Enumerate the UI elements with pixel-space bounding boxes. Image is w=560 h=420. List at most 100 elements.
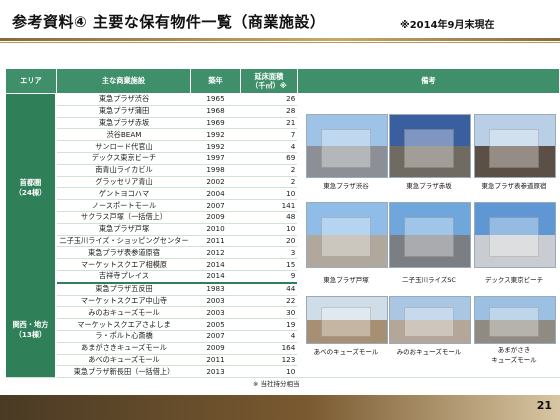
floor-cell: 123: [240, 354, 298, 367]
floor-cell: 2: [240, 176, 298, 189]
building-photo: [389, 202, 471, 268]
floor-cell: 10: [240, 187, 298, 201]
photo-building: [489, 307, 540, 337]
table-header-row: エリア 主な商業施設 築年 延床面積 （千㎡）※ 備考: [5, 68, 560, 94]
floor-cell: 164: [240, 342, 298, 355]
area-cell: 首都圏 （24棟）: [5, 93, 58, 284]
year-cell: 1969: [190, 117, 241, 130]
year-cell: 1983: [190, 281, 241, 296]
floor-cell: 19: [240, 318, 298, 331]
year-cell: 1992: [190, 128, 241, 142]
photo-building: [321, 307, 372, 337]
name-cell: ラ・ポルト心斎橋: [56, 330, 191, 343]
year-cell: 2005: [190, 318, 241, 331]
name-cell: 東急プラザ表参道原宿: [56, 246, 191, 260]
photo-caption: デックス東京ビーチ: [484, 276, 544, 284]
photo-building: [321, 217, 372, 258]
building-photo: [389, 296, 471, 344]
floor-cell: 20: [240, 235, 298, 248]
name-cell: あまがさきキューズモール: [56, 342, 191, 355]
building-photo: [306, 202, 388, 268]
floor-cell: 10: [240, 223, 298, 236]
name-cell: マーケットスクエア中山寺: [56, 295, 191, 308]
year-cell: 2004: [190, 187, 241, 201]
name-cell: 東急プラザ渋谷: [56, 93, 191, 106]
photo-caption: 二子玉川ライズSC: [402, 276, 456, 284]
building-photo: [474, 202, 556, 268]
building-photo: [474, 296, 556, 344]
floor-cell: 4: [240, 140, 298, 153]
year-cell: 2009: [190, 211, 241, 224]
floor-cell: 7: [240, 128, 298, 142]
photo-caption: 東急プラザ赤坂: [406, 182, 452, 190]
name-cell: デックス東京ビーチ: [56, 152, 191, 165]
name-cell: 二子玉川ライズ・ショッピングセンター: [56, 235, 191, 248]
name-cell: サクラス戸塚（一括借上）: [56, 211, 191, 224]
year-cell: 2012: [190, 246, 241, 260]
year-cell: 1965: [190, 93, 241, 106]
name-cell: 南青山ライカビル: [56, 164, 191, 177]
photo-building: [404, 128, 455, 168]
name-cell: ノースポートモール: [56, 199, 191, 212]
name-cell: 東急プラザ蒲田: [56, 105, 191, 118]
floor-cell: 15: [240, 258, 298, 271]
name-cell: 東急プラザ五反田: [56, 281, 191, 296]
photo-caption: 東急プラザ表参道原宿: [481, 182, 547, 190]
name-cell: サンロード代官山: [56, 140, 191, 153]
photo-building: [489, 217, 540, 258]
year-cell: 2011: [190, 235, 241, 248]
year-cell: 2007: [190, 330, 241, 343]
building-photo: [306, 296, 388, 344]
name-cell: グラッセリア青山: [56, 176, 191, 189]
year-cell: 2013: [190, 365, 241, 379]
floor-cell: 10: [240, 365, 298, 379]
photo-caption: みのおキューズモール: [396, 348, 462, 356]
year-cell: 1997: [190, 152, 241, 165]
building-photo: [306, 114, 388, 178]
year-cell: 2014: [190, 270, 241, 284]
date-note: ※2014年9月末現在: [400, 20, 495, 31]
page-number: 21: [536, 399, 552, 412]
year-cell: 2014: [190, 258, 241, 271]
area-cell: 関西・地方 （13棟）: [5, 281, 58, 379]
year-cell: 2010: [190, 223, 241, 236]
col-year-header: 築年: [190, 68, 241, 94]
name-cell: 吉祥寺プレイス: [56, 270, 191, 284]
title-divider: [0, 38, 560, 41]
col-floor-header: 延床面積 （千㎡）※: [239, 68, 298, 94]
floor-cell: 44: [240, 281, 298, 296]
floor-cell: 4: [240, 330, 298, 343]
floor-cell: 26: [240, 93, 298, 106]
year-cell: 2009: [190, 342, 241, 355]
col-name-header: 主な商業施設: [55, 68, 192, 94]
name-cell: 東急プラザ赤坂: [56, 117, 191, 130]
floor-cell: 9: [240, 270, 298, 284]
year-cell: 2002: [190, 176, 241, 189]
photo-caption: 東急プラザ渋谷: [323, 182, 369, 190]
footnote: ※ 当社持分相当: [253, 380, 300, 388]
photo-building: [489, 128, 540, 168]
name-cell: 東急プラザ新長田（一括借上）: [56, 365, 191, 379]
floor-cell: 3: [240, 246, 298, 260]
col-area-header: エリア: [5, 68, 57, 94]
photo-building: [321, 128, 372, 168]
floor-cell: 2: [240, 164, 298, 177]
year-cell: 2003: [190, 295, 241, 308]
table-row: 首都圏 （24棟） 東急プラザ渋谷 1965 26: [5, 93, 560, 379]
name-cell: 渋谷BEAM: [56, 128, 191, 142]
floor-cell: 141: [240, 199, 298, 212]
photo-caption: あべのキューズモール: [313, 348, 379, 356]
floor-cell: 30: [240, 306, 298, 320]
floor-cell: 22: [240, 295, 298, 308]
name-cell: 東急プラザ戸塚: [56, 223, 191, 236]
year-cell: 1968: [190, 105, 241, 118]
name-cell: マーケットスクエアさよしま: [56, 318, 191, 331]
year-cell: 1992: [190, 140, 241, 153]
name-cell: ゲントヨコハマ: [56, 187, 191, 201]
col-remarks-header: 備考: [296, 68, 560, 94]
name-cell: あべのキューズモール: [56, 354, 191, 367]
building-photo: [474, 114, 556, 178]
photo-caption: あまがさき キューズモール: [491, 346, 537, 364]
building-photo: [389, 114, 471, 178]
name-cell: マーケットスクエア相模原: [56, 258, 191, 271]
